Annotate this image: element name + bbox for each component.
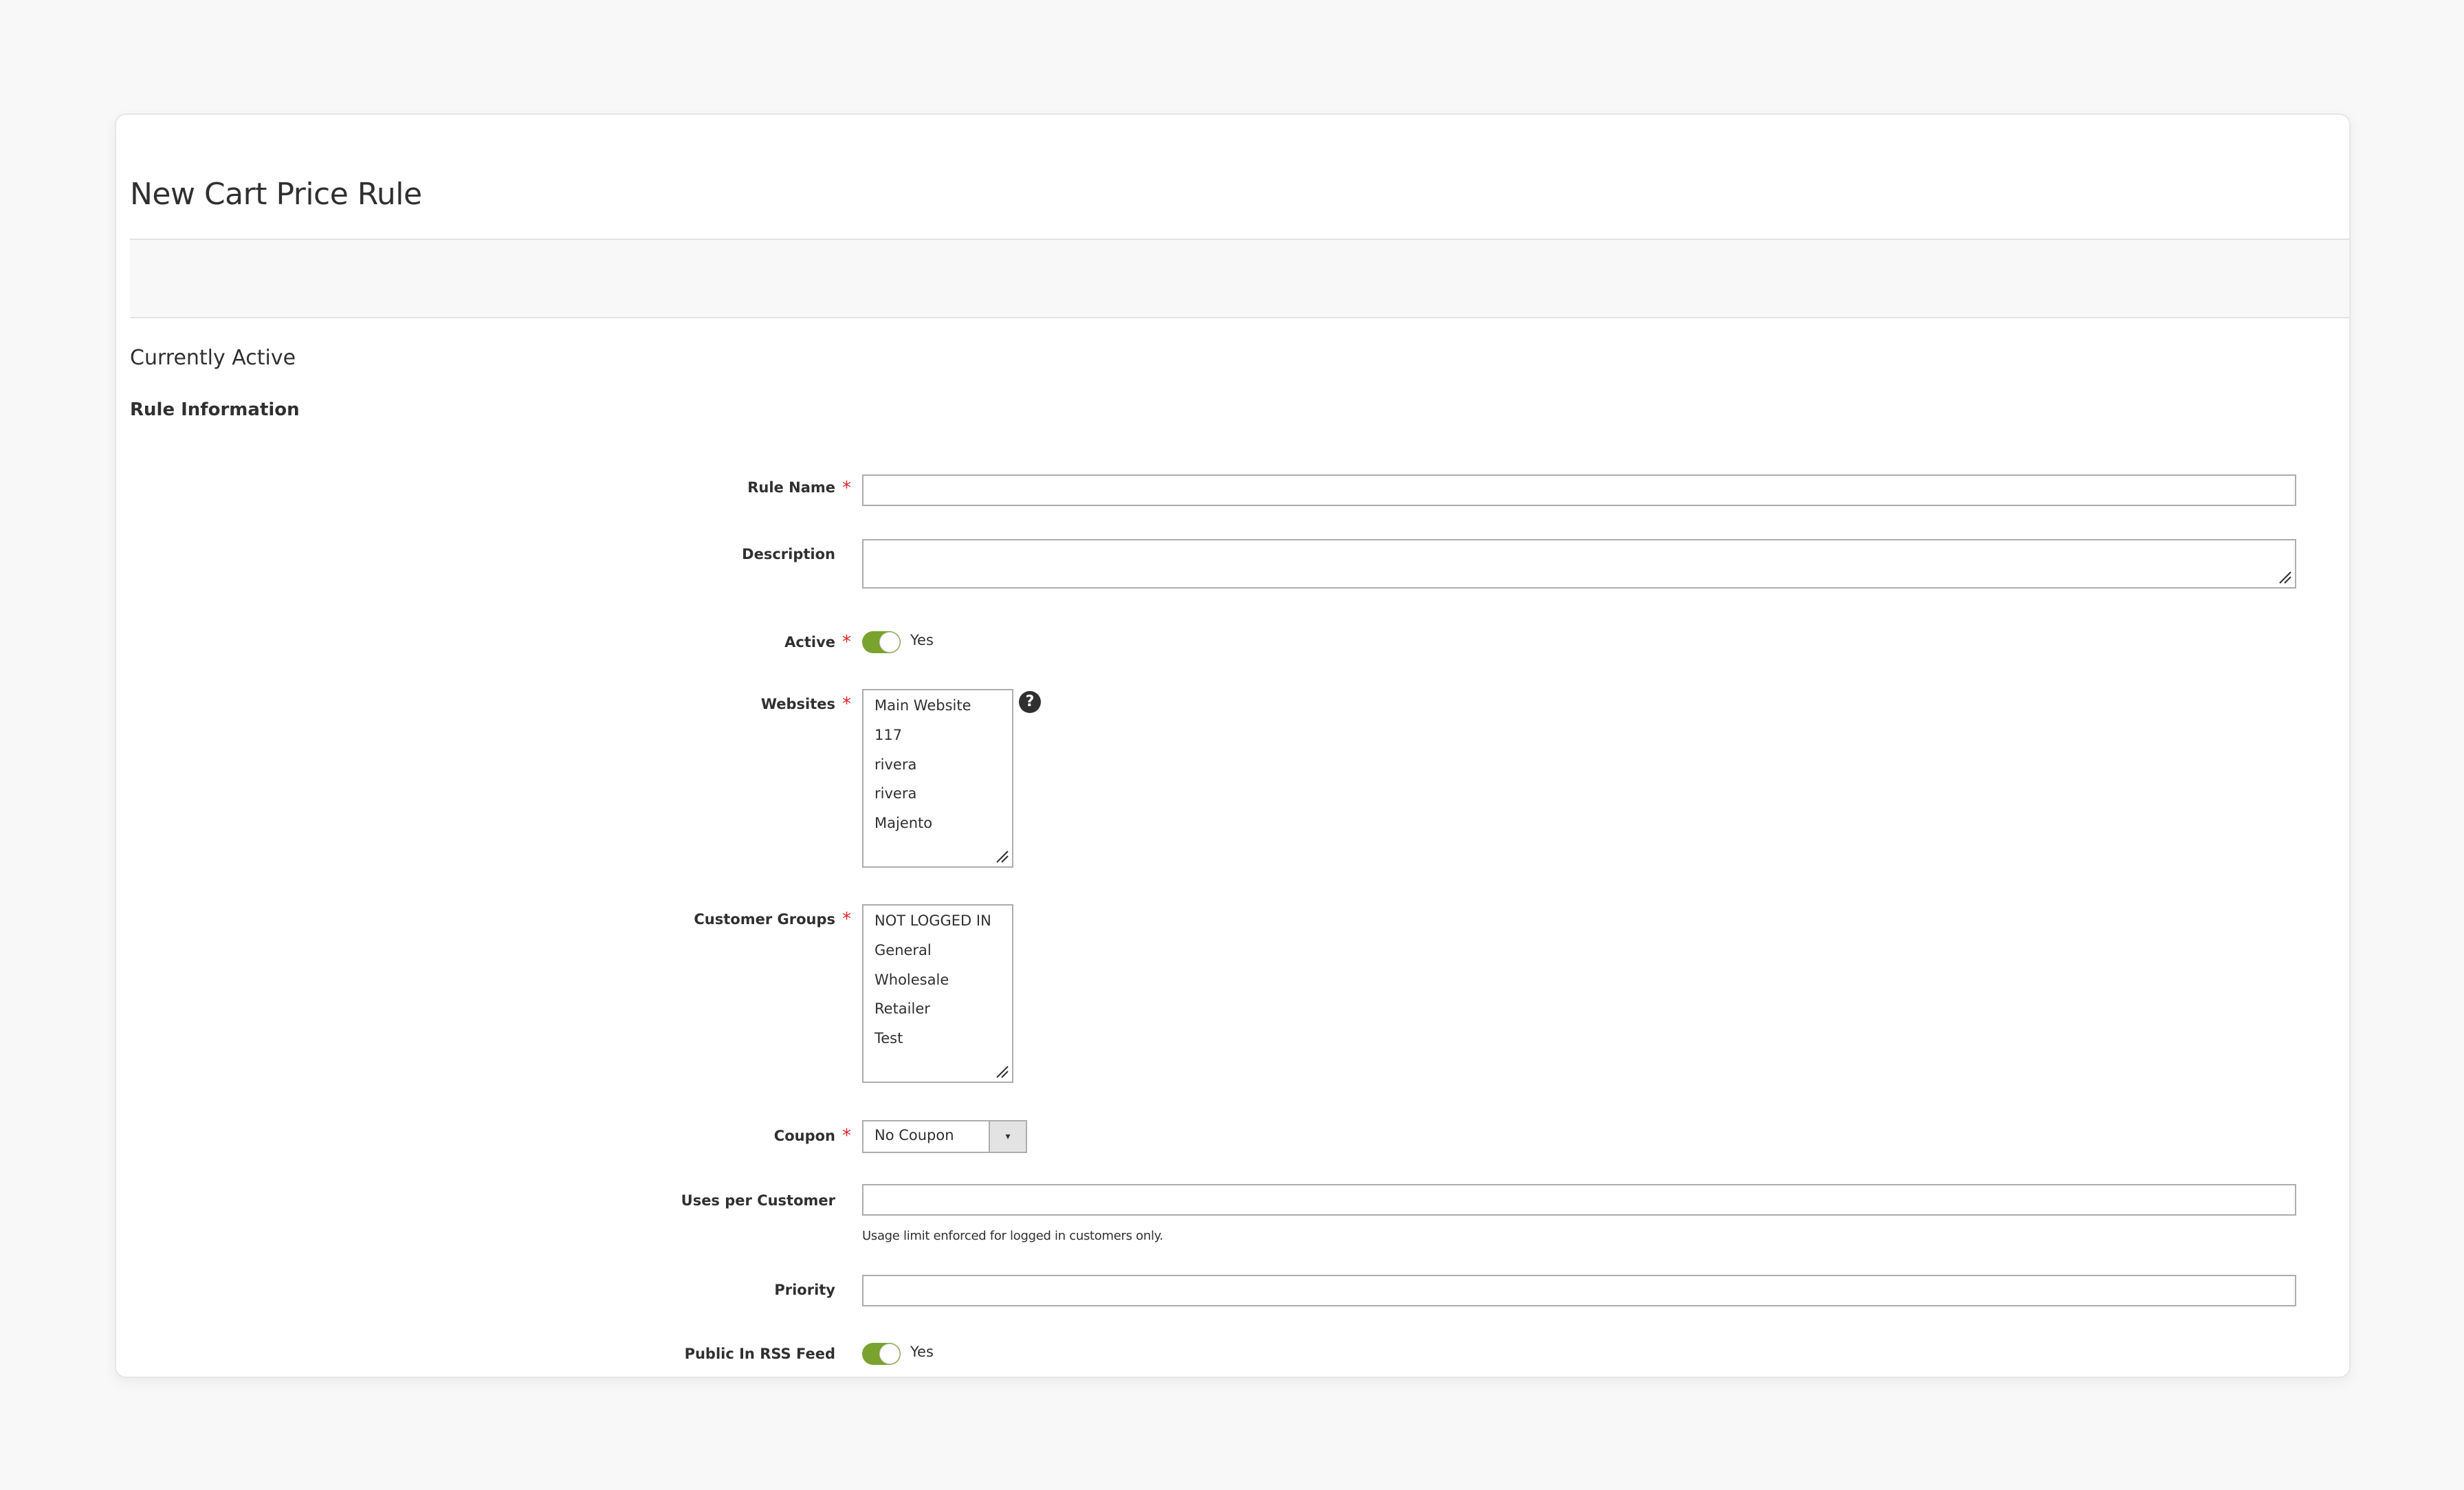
- priority-label: Priority: [774, 1282, 835, 1298]
- section-title-rule-information: Rule Information: [130, 399, 300, 420]
- resize-handle-icon[interactable]: [2277, 569, 2292, 584]
- toggle-knob: [880, 1344, 899, 1363]
- required-marker: *: [842, 694, 851, 714]
- required-marker: *: [842, 632, 851, 653]
- active-toggle[interactable]: [862, 631, 901, 653]
- public-in-rss-feed-toggle[interactable]: [862, 1343, 901, 1365]
- coupon-select-value: No Coupon: [874, 1127, 954, 1143]
- customer-group-option[interactable]: Test: [874, 1030, 903, 1047]
- coupon-label: Coupon: [773, 1128, 835, 1144]
- active-toggle-label: Yes: [910, 632, 934, 648]
- priority-input[interactable]: [862, 1275, 2296, 1306]
- description-label: Description: [742, 546, 835, 562]
- page-card: New Cart Price Rule Currently Active Rul…: [115, 113, 2351, 1378]
- customer-group-option[interactable]: NOT LOGGED IN: [874, 912, 991, 929]
- public-in-rss-feed-label: Public In RSS Feed: [684, 1346, 835, 1362]
- coupon-select[interactable]: No Coupon ▾: [862, 1120, 1027, 1153]
- customer-group-option[interactable]: Wholesale: [874, 972, 949, 988]
- websites-multiselect[interactable]: Main Website 117 rivera rivera Majento: [862, 689, 1013, 868]
- required-marker: *: [842, 909, 851, 930]
- websites-option[interactable]: 117: [874, 727, 902, 743]
- description-textarea[interactable]: [862, 539, 2296, 589]
- resize-handle-icon[interactable]: [994, 848, 1009, 864]
- page-actions-bar: [130, 239, 2349, 318]
- chevron-down-icon[interactable]: ▾: [989, 1121, 1026, 1152]
- uses-per-customer-label: Uses per Customer: [681, 1192, 835, 1209]
- toggle-knob: [880, 633, 899, 652]
- customer-group-option[interactable]: Retailer: [874, 1000, 930, 1017]
- public-in-rss-feed-toggle-label: Yes: [910, 1344, 934, 1360]
- rule-status: Currently Active: [130, 346, 296, 370]
- required-marker: *: [842, 1126, 851, 1146]
- websites-label: Websites: [760, 696, 835, 712]
- rule-name-label: Rule Name: [747, 479, 835, 496]
- websites-option[interactable]: rivera: [874, 756, 916, 773]
- customer-group-option[interactable]: General: [874, 942, 932, 958]
- rule-name-input[interactable]: [862, 474, 2296, 506]
- uses-per-customer-note: Usage limit enforced for logged in custo…: [862, 1229, 1163, 1243]
- customer-groups-multiselect[interactable]: NOT LOGGED IN General Wholesale Retailer…: [862, 904, 1013, 1083]
- customer-groups-label: Customer Groups: [694, 911, 835, 928]
- uses-per-customer-input[interactable]: [862, 1184, 2296, 1216]
- websites-option[interactable]: Majento: [874, 815, 932, 831]
- required-marker: *: [842, 478, 851, 499]
- websites-option[interactable]: rivera: [874, 785, 916, 802]
- resize-handle-icon[interactable]: [994, 1064, 1009, 1079]
- active-label: Active: [784, 634, 835, 650]
- page-title: New Cart Price Rule: [130, 177, 422, 212]
- help-icon[interactable]: ?: [1019, 691, 1041, 713]
- websites-option[interactable]: Main Website: [874, 697, 971, 714]
